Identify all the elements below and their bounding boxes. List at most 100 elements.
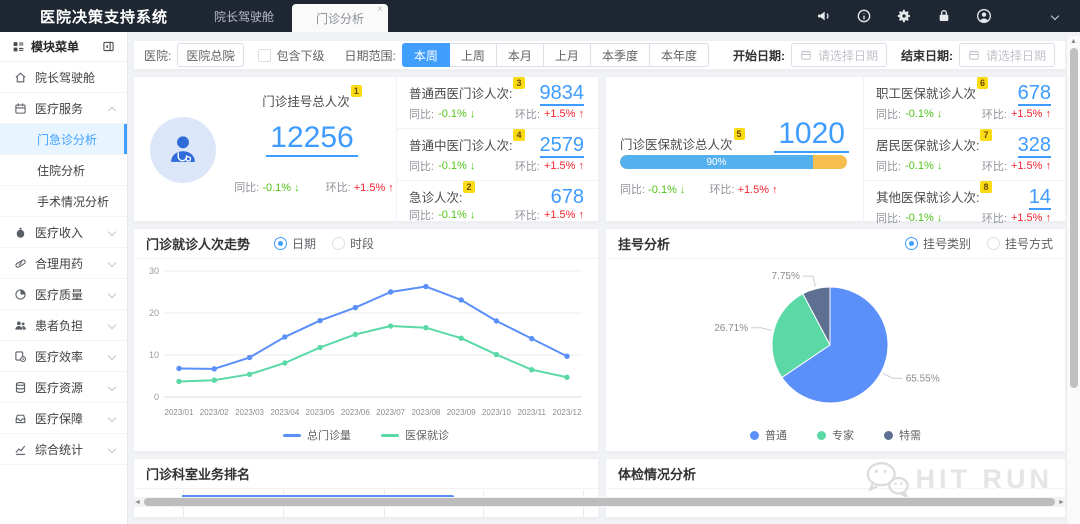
exam-card-title: 体检情况分析 <box>618 464 696 483</box>
rank-badge: 1 <box>351 85 362 97</box>
vertical-scrollbar[interactable]: ▲ <box>1066 36 1080 524</box>
end-date-placeholder: 请选择日期 <box>986 47 1046 64</box>
sidebar-item-medical-service[interactable]: 医疗服务 <box>0 93 127 124</box>
announcement-icon[interactable] <box>816 8 832 24</box>
svg-text:2023/05: 2023/05 <box>306 408 335 417</box>
range-option-2[interactable]: 上周 <box>449 43 497 67</box>
insurance-progress-label: 90% <box>706 157 726 168</box>
svg-text:2023/09: 2023/09 <box>447 408 476 417</box>
gear-icon[interactable] <box>896 8 912 24</box>
department-ranking-card: 门诊科室业务排名 产科 <box>133 458 599 518</box>
svg-text:2023/04: 2023/04 <box>270 408 299 417</box>
stat-value-link[interactable]: 9834 <box>540 83 585 106</box>
info-icon[interactable] <box>856 8 872 24</box>
watermark: HIT RUN <box>864 459 1054 499</box>
stat-value-link[interactable]: 678 <box>1018 83 1051 106</box>
legend-item[interactable]: 总门诊量 <box>283 427 351 443</box>
sidebar-subitem-outpatient-emergency-analysis[interactable]: 门急诊分析 <box>0 124 127 155</box>
sidebar-item-medical-insurance[interactable]: 医疗保障 <box>0 403 127 434</box>
legend-item[interactable]: 普通 <box>750 427 787 443</box>
physical-exam-card: 体检情况分析 HIT RUN <box>605 458 1066 518</box>
range-option-6[interactable]: 本年度 <box>649 43 709 67</box>
rank-badge: 8 <box>980 181 991 193</box>
stat-value-link[interactable]: 14 <box>1029 187 1051 210</box>
radio-reg-method[interactable]: 挂号方式 <box>987 235 1053 252</box>
vertical-scroll-thumb[interactable] <box>1070 48 1078 388</box>
scroll-up-arrow-icon[interactable]: ▲ <box>1070 38 1077 45</box>
dept-card-title: 门诊科室业务排名 <box>146 464 250 483</box>
start-date-input[interactable]: 请选择日期 <box>791 43 887 67</box>
range-option-3[interactable]: 本月 <box>496 43 544 67</box>
close-icon[interactable]: × <box>377 5 383 15</box>
pie-chart-svg: 65.55%26.71%7.75% <box>610 261 1061 421</box>
horizontal-scroll-thumb[interactable] <box>144 498 1055 506</box>
svg-text:2023/10: 2023/10 <box>482 408 511 417</box>
watermark-text: HIT RUN <box>916 464 1054 495</box>
legend-item[interactable]: 专家 <box>817 427 854 443</box>
tab-cockpit[interactable]: 院长驾驶舱 <box>196 0 292 32</box>
chevron-down-icon <box>108 259 116 267</box>
insurance-progress-fill: 90% <box>620 155 813 169</box>
line-chart-svg: 01020302023/012023/022023/032023/042023/… <box>138 261 594 423</box>
sidebar-item-medical-resources[interactable]: 医疗资源 <box>0 372 127 403</box>
range-option-5[interactable]: 本季度 <box>590 43 650 67</box>
chevron-down-icon <box>108 445 116 453</box>
hospital-select[interactable]: 医院总院 <box>177 43 243 67</box>
cockpit-icon <box>14 71 27 84</box>
radio-period[interactable]: 时段 <box>332 235 374 252</box>
scroll-right-arrow-icon[interactable]: ► <box>1057 497 1066 507</box>
registration-value-link[interactable]: 12256 <box>266 121 357 157</box>
sidebar: 模块菜单 院长驾驶舱医疗服务门急诊分析住院分析手术情况分析医疗收入合理用药医疗质… <box>0 32 128 524</box>
radio-date[interactable]: 日期 <box>274 235 316 252</box>
pie-legend: 普通 专家 特需 <box>606 427 1065 443</box>
radio-reg-category[interactable]: 挂号类别 <box>905 235 971 252</box>
scroll-left-arrow-icon[interactable]: ◄ <box>133 497 142 507</box>
svg-text:2023/03: 2023/03 <box>235 408 264 417</box>
collapse-sidebar-icon[interactable] <box>102 40 115 53</box>
range-option-1[interactable]: 本周 <box>402 43 450 67</box>
legend-item[interactable]: 医保就诊 <box>381 427 449 443</box>
hospital-label: 医院: <box>144 47 171 64</box>
sidebar-item-medical-quality[interactable]: 医疗质量 <box>0 279 127 310</box>
sidebar-item-medical-revenue[interactable]: 医疗收入 <box>0 217 127 248</box>
medical-insurance-icon <box>14 412 27 425</box>
insurance-value-link[interactable]: 1020 <box>774 117 849 153</box>
start-date-label: 开始日期: <box>733 47 785 64</box>
tab-outpatient-analysis[interactable]: 门诊分析 × <box>292 4 388 32</box>
user-avatar-icon[interactable] <box>976 8 992 24</box>
sidebar-subitem-inpatient-analysis[interactable]: 住院分析 <box>0 155 127 186</box>
chevron-up-icon <box>108 107 116 115</box>
trend-chart-card: 门诊就诊人次走势 日期 时段 01020302023/012023/022023… <box>133 228 599 452</box>
insurance-progress-bar: 90% <box>620 155 847 169</box>
sidebar-item-rational-drug-use[interactable]: 合理用药 <box>0 248 127 279</box>
stat-emergency-visits: 急诊人次:2678同比:-0.1% ↓环比:+1.5% ↑ <box>397 181 598 229</box>
horizontal-scrollbar[interactable]: ◄ ► <box>133 497 1066 507</box>
include-sub-label[interactable]: 包含下级 <box>277 47 325 64</box>
sidebar-item-medical-efficiency[interactable]: 医疗效率 <box>0 341 127 372</box>
sidebar-item-patient-burden[interactable]: 患者负担 <box>0 310 127 341</box>
end-date-input[interactable]: 请选择日期 <box>959 43 1055 67</box>
menu-grid-icon <box>12 40 25 53</box>
stat-value-link[interactable]: 328 <box>1018 135 1051 158</box>
rank-badge: 3 <box>513 77 524 89</box>
insurance-ratios: 同比: -0.1% ↓ 环比: +1.5% ↑ <box>620 181 840 197</box>
doctor-icon <box>164 131 202 169</box>
sidebar-header-label: 模块菜单 <box>31 38 79 55</box>
svg-text:20: 20 <box>149 308 159 318</box>
sidebar-item-comprehensive-statistics[interactable]: 综合统计 <box>0 434 127 465</box>
pie-chart: 65.55%26.71%7.75% <box>610 261 1061 426</box>
stat-value-link[interactable]: 2579 <box>540 135 585 158</box>
include-sub-checkbox[interactable] <box>258 49 271 62</box>
sidebar-item-cockpit[interactable]: 院长驾驶舱 <box>0 62 127 93</box>
app-title: 医院决策支持系统 <box>40 6 168 27</box>
calendar-icon <box>800 49 812 61</box>
stat-value-link[interactable]: 678 <box>551 187 584 207</box>
chevron-down-icon[interactable] <box>1051 12 1059 20</box>
rank-badge: 4 <box>513 129 524 141</box>
lock-icon[interactable] <box>936 8 952 24</box>
range-option-4[interactable]: 上月 <box>543 43 591 67</box>
legend-item[interactable]: 特需 <box>884 427 921 443</box>
pie-radio-group: 挂号类别 挂号方式 <box>905 235 1053 252</box>
svg-text:30: 30 <box>149 266 159 276</box>
sidebar-subitem-surgery-analysis[interactable]: 手术情况分析 <box>0 186 127 217</box>
